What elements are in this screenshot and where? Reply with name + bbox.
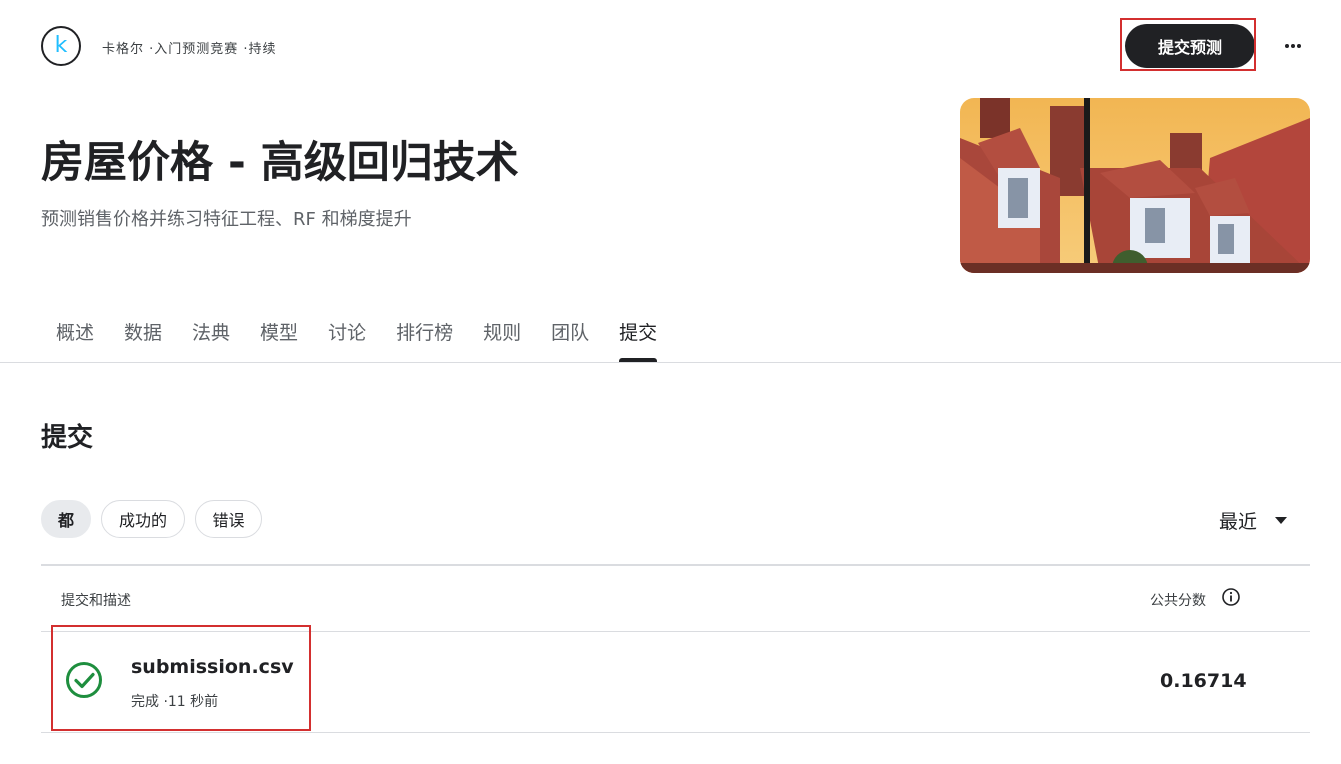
competition-tabs: 概述 数据 法典 模型 讨论 排行榜 规则 团队 提交: [41, 318, 672, 362]
sort-dropdown[interactable]: 最近: [1219, 507, 1288, 534]
page-title: 房屋价格 - 高级回归技术: [41, 138, 519, 188]
table-header-divider: [41, 631, 1310, 632]
submission-meta: 完成 ·11 秒前: [131, 694, 219, 710]
table-top-border: [41, 564, 1310, 566]
kaggle-logo[interactable]: k: [41, 26, 81, 66]
breadcrumb: 卡格尔 ·入门预测竞赛 ·持续: [102, 42, 277, 57]
tabs-divider: [0, 362, 1341, 363]
page-subtitle: 预测销售价格并练习特征工程、RF 和梯度提升: [41, 209, 412, 230]
success-check-icon: [65, 661, 103, 699]
column-header-description: 提交和描述: [61, 593, 131, 609]
public-score: 0.16714: [1160, 670, 1247, 692]
tab-models[interactable]: 模型: [260, 318, 298, 362]
logo-letter: k: [54, 33, 68, 58]
column-header-score: 公共分数: [1150, 593, 1206, 609]
competition-header-image: [960, 98, 1310, 273]
filter-successful-chip[interactable]: 成功的: [101, 500, 185, 538]
submission-file-name[interactable]: submission.csv: [131, 656, 294, 678]
filter-error-chip[interactable]: 错误: [195, 500, 262, 538]
tab-data[interactable]: 数据: [124, 318, 162, 362]
table-bottom-border: [41, 732, 1310, 733]
tab-discussion[interactable]: 讨论: [328, 318, 366, 362]
section-title: 提交: [41, 423, 94, 453]
filter-all-chip[interactable]: 都: [41, 500, 91, 538]
info-icon[interactable]: [1222, 588, 1240, 606]
tab-submissions[interactable]: 提交: [619, 318, 658, 362]
tab-team[interactable]: 团队: [551, 318, 589, 362]
submit-prediction-button[interactable]: 提交预测: [1125, 24, 1255, 68]
tab-overview[interactable]: 概述: [56, 318, 94, 362]
sort-label: 最近: [1219, 511, 1258, 533]
more-options-icon[interactable]: [1279, 32, 1307, 60]
tab-rules[interactable]: 规则: [483, 318, 521, 362]
tab-leaderboard[interactable]: 排行榜: [396, 318, 453, 362]
caret-down-icon: [1275, 517, 1288, 524]
tab-code[interactable]: 法典: [192, 318, 230, 362]
